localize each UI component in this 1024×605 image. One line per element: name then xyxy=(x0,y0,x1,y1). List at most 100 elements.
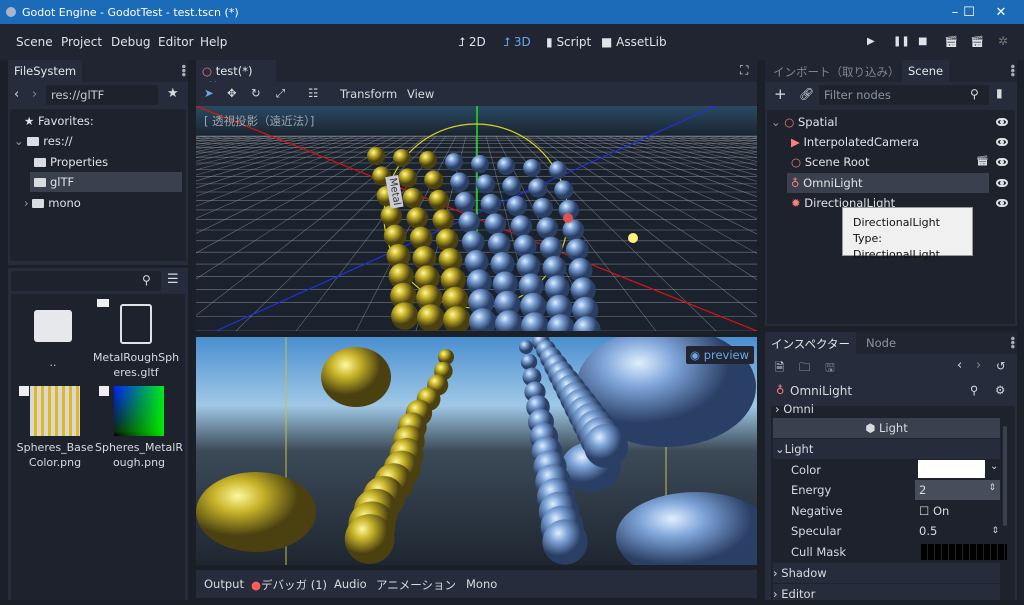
sphere xyxy=(380,205,403,227)
scale-tool-icon[interactable]: ⤢ xyxy=(276,86,285,101)
workspace-3d[interactable]: ⮥ 3D xyxy=(503,35,531,50)
energy-spinbox[interactable]: 2 ⇕ xyxy=(915,480,1000,500)
tree-gltf[interactable]: glTF xyxy=(30,172,182,192)
sphere xyxy=(445,153,463,171)
favorite-star-icon[interactable]: ★ xyxy=(167,86,179,101)
history-icon[interactable]: ↺ xyxy=(996,359,1006,373)
history-forward-icon[interactable]: › xyxy=(976,358,981,373)
save-resource-icon[interactable]: 🖫︎ xyxy=(825,360,835,379)
move-tool-icon[interactable]: ✥ xyxy=(227,86,237,100)
sphere xyxy=(424,170,444,190)
error-dot-icon: ● xyxy=(251,578,262,592)
file-item-parent[interactable]: .. xyxy=(11,302,95,382)
path-field[interactable]: res://glTF xyxy=(46,85,158,105)
sphere xyxy=(506,195,527,217)
history-back-icon[interactable]: ‹ xyxy=(957,358,962,373)
sphere xyxy=(523,159,541,177)
node-spatial[interactable]: ⌄ ○ Spatial xyxy=(771,112,838,132)
negative-checkbox[interactable]: ☐ On xyxy=(919,501,949,521)
node-scene-root[interactable]: ○ Scene Root xyxy=(791,152,869,172)
bottom-tab-audio[interactable]: Audio xyxy=(334,577,367,591)
3d-viewport-editor[interactable] xyxy=(196,106,757,331)
select-tool-icon[interactable]: ➤ xyxy=(204,86,214,100)
tree-properties[interactable]: Properties xyxy=(34,152,108,172)
section-light[interactable]: ⌄Light xyxy=(773,439,1000,459)
menu-scene[interactable]: Scene xyxy=(16,35,53,49)
open-resource-icon[interactable]: 🗀︎ xyxy=(799,360,811,379)
visibility-eye-icon[interactable] xyxy=(996,118,1008,126)
list-view-icon[interactable]: ☰ xyxy=(167,272,179,287)
node-interpolatedcamera[interactable]: ▶ InterpolatedCamera xyxy=(791,132,919,152)
visibility-eye-icon[interactable] xyxy=(996,158,1008,166)
tab-test-scene[interactable]: ○ test(*) ✕ xyxy=(196,60,276,92)
menu-help[interactable]: Help xyxy=(200,35,227,49)
sphere xyxy=(391,302,419,330)
dock-menu-icon[interactable]: ••• xyxy=(1005,63,1019,75)
filesystem-dock: FileSystem ••• ‹ › res://glTF ★ ★ Favori… xyxy=(8,60,190,265)
stop-button[interactable]: ■ xyxy=(918,36,927,47)
pause-button[interactable]: ❚❚ xyxy=(893,36,910,47)
add-node-icon[interactable]: + xyxy=(774,85,787,103)
section-shadow[interactable]: › Shadow xyxy=(773,563,1000,583)
file-item-basecolor[interactable]: Spheres_BaseColor.png xyxy=(15,386,95,476)
file-item-gltf[interactable]: MetalRoughSpheres.gltf xyxy=(91,299,181,381)
tab-scene[interactable]: Scene xyxy=(902,60,950,82)
play-scene-button[interactable]: 🎬︎ xyxy=(944,35,958,48)
tab-node[interactable]: Node xyxy=(860,332,902,354)
list-select-icon[interactable]: ☷ xyxy=(308,86,318,100)
play-button[interactable]: ▶ xyxy=(867,36,875,47)
workspace-2d[interactable]: ⮥ 2D xyxy=(458,35,486,50)
tree-mono[interactable]: › mono xyxy=(24,193,81,213)
visibility-eye-icon[interactable] xyxy=(996,179,1008,187)
play-custom-scene-button[interactable]: 🎬︎ xyxy=(970,35,984,48)
forward-icon[interactable]: › xyxy=(32,87,37,102)
bottom-tab-animation[interactable]: アニメーション xyxy=(376,577,456,593)
file-item-metalrough[interactable]: Spheres_MetalRough.png xyxy=(95,386,183,476)
color-picker-button[interactable] xyxy=(918,460,985,478)
node-omnilight[interactable]: ♁ OmniLight xyxy=(787,173,989,193)
workspace-assetlib[interactable]: ■ AssetLib xyxy=(601,35,667,49)
dock-menu-icon[interactable]: ••• xyxy=(1005,335,1017,347)
chevron-down-icon[interactable]: ⌄ xyxy=(990,461,998,472)
visibility-eye-icon[interactable] xyxy=(996,138,1008,146)
transform-menu[interactable]: Transform xyxy=(340,87,397,101)
tab-import[interactable]: インポート（取り込み） xyxy=(767,60,906,82)
attach-script-icon[interactable]: ▮ xyxy=(996,86,1003,100)
open-scene-icon[interactable]: 🎬︎ xyxy=(976,156,989,167)
section-omni[interactable]: › Omni xyxy=(775,399,1003,419)
tab-filesystem[interactable]: FileSystem xyxy=(8,60,83,82)
workspace-script[interactable]: ▮ Script xyxy=(546,35,591,49)
file-search-input[interactable] xyxy=(11,271,161,291)
camera-icon: ▶ xyxy=(791,135,800,149)
bottom-tab-output[interactable]: Output xyxy=(204,577,244,591)
inspector-scrollbar[interactable] xyxy=(1003,426,1007,526)
sphere xyxy=(196,472,316,552)
menu-project[interactable]: Project xyxy=(61,35,102,49)
3d-viewport-preview[interactable] xyxy=(196,337,757,565)
view-menu[interactable]: View xyxy=(407,87,434,101)
search-icon[interactable]: ⚲ xyxy=(970,383,978,397)
rotate-tool-icon[interactable]: ↻ xyxy=(251,86,261,100)
tab-inspector[interactable]: インスペクター xyxy=(765,332,857,354)
menu-debug[interactable]: Debug xyxy=(111,35,150,49)
instance-link-icon[interactable]: 🔗︎ xyxy=(799,87,814,101)
visibility-eye-icon[interactable] xyxy=(996,199,1008,207)
tree-favorites[interactable]: ★ Favorites: xyxy=(24,111,94,131)
tree-res[interactable]: ⌄ res:// xyxy=(14,131,72,151)
sphere xyxy=(542,519,588,565)
back-icon[interactable]: ‹ xyxy=(14,87,19,102)
distraction-free-icon[interactable]: ⛶ xyxy=(740,63,748,78)
bottom-tab-mono[interactable]: Mono xyxy=(466,577,497,591)
menu-editor[interactable]: Editor xyxy=(158,35,194,49)
cull-mask-layers[interactable] xyxy=(921,544,1007,560)
object-properties-icon[interactable]: ⚙ xyxy=(995,383,1005,397)
section-editor[interactable]: › Editor xyxy=(773,584,1000,600)
filter-nodes-input[interactable]: Filter nodes xyxy=(819,85,989,105)
dock-menu-icon[interactable]: ••• xyxy=(176,63,190,75)
bottom-tab-debugger[interactable]: ●デバッガ (1) xyxy=(251,577,327,593)
viewport-perspective-label[interactable]: [ 透視投影（遠近法）] xyxy=(204,113,314,129)
new-resource-icon[interactable]: 🗎︎ xyxy=(775,360,784,379)
specular-spinbox[interactable]: 0.5 ⇕ xyxy=(919,521,999,541)
close-button[interactable]: ✕ xyxy=(978,0,1024,24)
preview-toggle[interactable]: ◉ preview xyxy=(686,346,754,364)
